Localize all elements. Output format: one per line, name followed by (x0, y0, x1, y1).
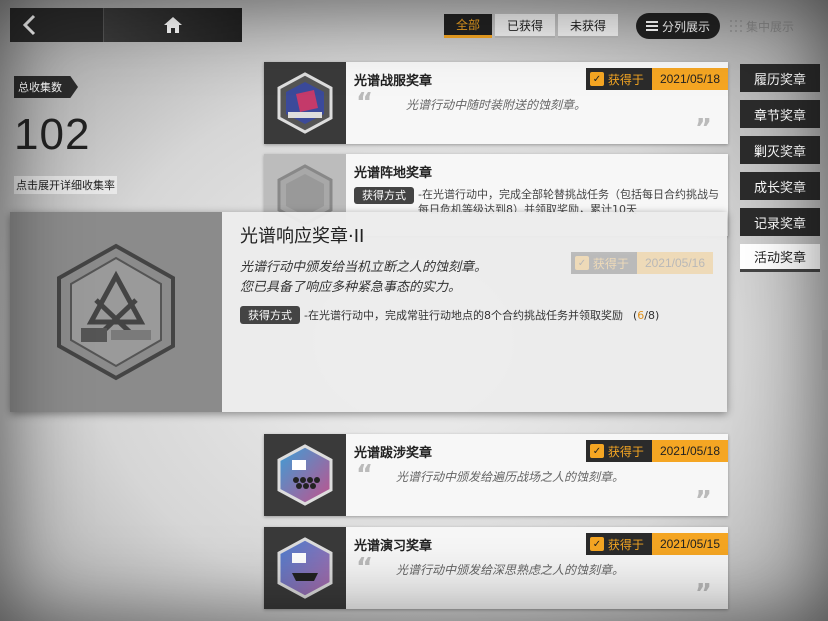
obtain-method-label: 获得方式 (354, 187, 414, 204)
medal-thumbnail (264, 527, 346, 609)
medal-icon (277, 537, 333, 599)
collection-tag: 总收集数 (14, 76, 78, 98)
obtained-label: 获得于 (607, 72, 644, 87)
view-toggle: 分列展示 集中展示 (636, 13, 794, 39)
obtain-method-text: -在光谱行动中，完成常驻行动地点的8个合约挑战任务并领取奖励 (304, 309, 623, 322)
category-log[interactable]: 记录奖章 (740, 208, 820, 236)
collection-count: 102 (14, 110, 91, 159)
obtain-method-label: 获得方式 (240, 306, 300, 324)
list-view-label: 分列展示 (662, 19, 711, 34)
category-annihilation[interactable]: 剿灭奖章 (740, 136, 820, 164)
obtained-date: 2021/05/18 (651, 68, 728, 90)
medal-detail-popup[interactable]: 光谱响应奖章·II 光谱行动中颁发给当机立断之人的蚀刻章。 您已具备了响应多种紧… (10, 212, 727, 412)
filter-obtained[interactable]: 已获得 (495, 14, 556, 38)
medal-icon (57, 243, 175, 381)
grid-icon (730, 20, 743, 32)
quote-open-icon: “ (356, 88, 374, 118)
check-icon: ✓ (589, 444, 604, 458)
medal-description: 光谱行动中颁发给遍历战场之人的蚀刻章。 (396, 470, 625, 484)
check-icon: ✓ (589, 72, 604, 86)
medal-icon (277, 444, 333, 506)
popup-title: 光谱响应奖章·II (240, 226, 365, 247)
list-view-button[interactable]: 分列展示 (636, 13, 721, 39)
scroll-indicator[interactable] (822, 330, 828, 370)
medal-description: 光谱行动中颁发给深思熟虑之人的蚀刻章。 (396, 563, 625, 577)
focus-view-label: 集中展示 (746, 19, 795, 34)
medal-icon (277, 72, 333, 134)
medal-description: 光谱行动中随时装附送的蚀刻章。 (406, 98, 587, 112)
medal-thumbnail (264, 62, 346, 144)
medal-thumbnail (264, 434, 346, 516)
obtained-date: 2021/05/18 (651, 440, 728, 462)
focus-view-button[interactable]: 集中展示 (730, 18, 794, 35)
obtained-badge: ✓ 获得于 2021/05/16 (570, 252, 713, 274)
filter-tabs: 全部 已获得 未获得 (444, 14, 619, 38)
popup-obtain-method: 获得方式 -在光谱行动中，完成常驻行动地点的8个合约挑战任务并领取奖励 (6/8… (240, 306, 709, 324)
progress-counter: (6/8) (632, 308, 660, 322)
collection-detail-hint[interactable]: 点击展开详细收集率 (14, 176, 117, 194)
quote-open-icon: “ (356, 460, 374, 490)
home-button[interactable] (104, 8, 242, 42)
obtained-badge: ✓ 获得于 2021/05/18 (585, 68, 728, 90)
quote-close-icon: ” (694, 579, 712, 609)
obtained-badge: ✓ 获得于 2021/05/18 (585, 440, 728, 462)
category-growth[interactable]: 成长奖章 (740, 172, 820, 200)
quote-open-icon: “ (356, 553, 374, 583)
popup-medal-thumbnail (10, 212, 222, 412)
obtained-label: 获得于 (607, 537, 644, 552)
list-icon (646, 21, 658, 31)
quote-close-icon: ” (694, 114, 712, 144)
back-button[interactable] (10, 8, 104, 42)
back-arrow-icon (22, 14, 36, 36)
category-event[interactable]: 活动奖章 (740, 244, 820, 272)
quote-close-icon: ” (694, 486, 712, 516)
obtained-badge: ✓ 获得于 2021/05/15 (585, 533, 728, 555)
filter-unobtained[interactable]: 未获得 (558, 14, 619, 38)
popup-description-line: 您已具备了响应多种紧急事态的实力。 (240, 280, 462, 295)
medal-title: 光谱阵地奖章 (354, 166, 433, 181)
medal-card[interactable]: 光谱战服奖章 “ 光谱行动中随时装附送的蚀刻章。 ” ✓ 获得于 2021/05/… (264, 62, 728, 144)
category-record[interactable]: 履历奖章 (740, 64, 820, 92)
obtained-date: 2021/05/15 (651, 533, 728, 555)
filter-all[interactable]: 全部 (444, 14, 493, 38)
medal-card[interactable]: 光谱跋涉奖章 “ 光谱行动中颁发给遍历战场之人的蚀刻章。 ” ✓ 获得于 2021… (264, 434, 728, 516)
top-nav (10, 8, 242, 42)
category-list: 履历奖章 章节奖章 剿灭奖章 成长奖章 记录奖章 活动奖章 (740, 64, 820, 272)
obtained-label: 获得于 (607, 444, 644, 459)
home-icon (164, 17, 182, 33)
category-chapter[interactable]: 章节奖章 (740, 100, 820, 128)
check-icon: ✓ (589, 537, 604, 551)
medal-card[interactable]: 光谱演习奖章 “ 光谱行动中颁发给深思熟虑之人的蚀刻章。 ” ✓ 获得于 2021… (264, 527, 728, 609)
check-icon: ✓ (574, 256, 589, 270)
